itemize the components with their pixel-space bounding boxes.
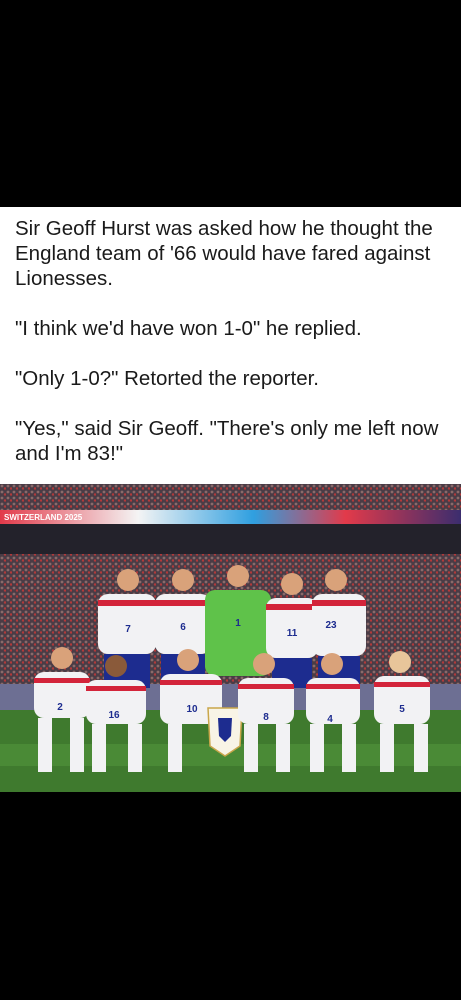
caption-paragraph-4: "Yes," said Sir Geoff. "There's only me … <box>15 417 439 465</box>
shirt-number: 16 <box>108 710 120 721</box>
team-photo[interactable]: SWITZERLAND 2025 7 6 1 11 23 2 16 10 8 4… <box>0 484 461 792</box>
shirt-number: 1 <box>235 618 241 629</box>
shirt-number: 10 <box>186 704 198 715</box>
shirt-number: 7 <box>125 624 131 635</box>
shirt-number: 2 <box>57 702 63 713</box>
caption-paragraph-1: Sir Geoff Hurst was asked how he thought… <box>15 217 433 290</box>
shirt-number: 8 <box>263 712 269 723</box>
shirt-number: 4 <box>327 714 333 725</box>
shirt-number: 5 <box>399 704 405 715</box>
shirt-number: 11 <box>287 628 298 639</box>
roof-gap <box>0 524 461 554</box>
shirt-number: 23 <box>325 620 337 631</box>
caption-paragraph-3: "Only 1-0?" Retorted the reporter. <box>15 367 319 390</box>
team-pennant <box>207 707 243 757</box>
led-board-text: SWITZERLAND 2025 <box>4 513 83 522</box>
upper-stand <box>0 484 461 510</box>
caption-paragraph-2: "I think we'd have won 1-0" he replied. <box>15 317 362 340</box>
shirt-number: 6 <box>180 622 186 633</box>
post-caption: Sir Geoff Hurst was asked how he thought… <box>15 216 455 491</box>
team-photo-illustration: SWITZERLAND 2025 7 6 1 11 23 2 16 10 8 4… <box>0 484 461 792</box>
